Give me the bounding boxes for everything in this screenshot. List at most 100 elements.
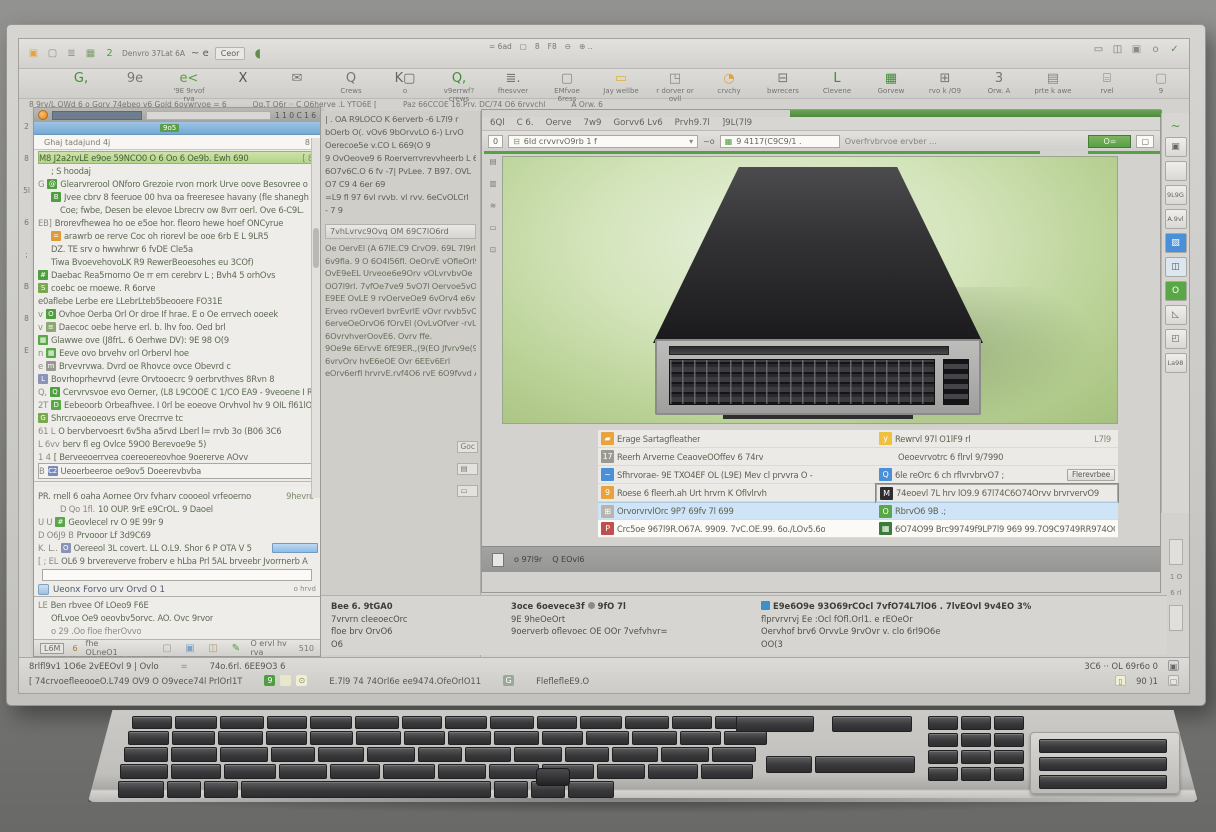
panel-scrollbar[interactable]: [311, 138, 320, 498]
menu-item[interactable]: 6Ql: [490, 118, 505, 129]
tree-item[interactable]: M8 J2a2rvLE e9oe 59NCO0 O 6 Oo 6 Oe9b. E…: [38, 151, 318, 164]
note-icon[interactable]: ▯: [1115, 675, 1126, 686]
property-row[interactable]: K. L..OOereeol 3L covert. LL O.L9. Shor …: [38, 541, 318, 554]
detail-section-header[interactable]: 7vhLvrvc9Ovq OM 69C7lO6rd: [325, 224, 476, 239]
tree-item[interactable]: L 6vvberv fl eg Ovlce 59O0 Berevoe9e 5): [38, 437, 318, 450]
addr-small-box[interactable]: 0: [488, 135, 503, 148]
ribbon-group[interactable]: ▭Jay wellbe: [599, 71, 643, 95]
property-row-button[interactable]: [272, 543, 318, 553]
ribbon-group[interactable]: ≣.fhesvver: [491, 71, 535, 95]
toolbar-icon[interactable]: ≣: [65, 47, 78, 60]
ribbon-group[interactable]: X: [221, 71, 265, 87]
circle-icon[interactable]: ◖: [251, 47, 264, 60]
toolbar-icon[interactable]: 2: [103, 47, 116, 60]
side-button[interactable]: ◰: [1165, 329, 1187, 349]
ribbon-group[interactable]: ✉: [275, 71, 319, 87]
scrollbar-thumb[interactable]: [313, 228, 319, 268]
ribbon-group[interactable]: 3Orw. A: [977, 71, 1021, 95]
toolbar-icon[interactable]: ▣: [27, 47, 40, 60]
toolbar-icon[interactable]: ▦: [84, 47, 97, 60]
toolbar-icon[interactable]: ◫: [1111, 43, 1124, 56]
table-row[interactable]: M74eoevl 7L hrv lO9.9 67l74C6O74Orvv brv…: [876, 484, 1118, 502]
work-item[interactable]: OfLvoe Oe9 oeovbv5orvc. AO. Ovc 9rvor: [38, 611, 318, 624]
panel-titlebar[interactable]: 1 1 0 C 1 6: [34, 108, 320, 122]
toolbar-icon[interactable]: ▣: [1130, 43, 1143, 56]
table-row[interactable]: ~Sfhrvorae- 9E TXO4EF OL (L9E) Mev cl pr…: [598, 466, 876, 484]
tree-item[interactable]: vOOvhoe Oerba Orl Or droe If hrae. E o O…: [38, 307, 318, 320]
ribbon-group[interactable]: ◔crvchy: [707, 71, 751, 95]
tree-item[interactable]: 61 LO bervbervoesrt 6v5ha a5rvd Lberl l=…: [38, 424, 318, 437]
table-row[interactable]: ORbrvO6 9B .;: [876, 502, 1118, 520]
tree-item[interactable]: n▦Eeve ovo brvehv orl Orbervl hoe: [38, 346, 318, 359]
side-button[interactable]: A.9vl: [1165, 209, 1187, 229]
menu-item[interactable]: ]9L(7l9: [722, 118, 752, 129]
work-item[interactable]: o 29 .Oo floe fherOvvo: [38, 624, 318, 637]
property-row[interactable]: D Qo 1fl.10 OUP. 9rE e9CrOL. 9 Daoel: [38, 502, 318, 515]
side-button[interactable]: ▣: [1165, 137, 1187, 157]
tree-item[interactable]: emBrvevrvwa. Dvrd oe Rhovce ovce Obevrd …: [38, 359, 318, 372]
side-button[interactable]: O: [1165, 281, 1187, 301]
tree-item[interactable]: BC2Ueoerbeeroe oe9ov5 Doeerevbvba: [38, 463, 318, 479]
3d-viewport[interactable]: [502, 156, 1118, 424]
table-row[interactable]: ▦6O74O99 Brc99749f9LP7l9 969 99.7O9C9749…: [876, 520, 1118, 538]
tree-item[interactable]: EB]Brorevfhewea ho oe e5oe hor. fleoro h…: [38, 216, 318, 229]
side-scroll-box[interactable]: [1169, 539, 1183, 565]
table-row[interactable]: PCrc5oe 967l9R.O67A. 9909. 7vC.OE.99. 6o…: [598, 520, 876, 538]
filter-input[interactable]: [42, 569, 312, 581]
tree-item[interactable]: LBovrhoprhevrvd (evre Orvtooecrc 9 oerbr…: [38, 372, 318, 385]
scissors-icon[interactable]: ~ e: [191, 47, 209, 60]
ribbon-group[interactable]: ▦Gorvew: [869, 71, 913, 95]
table-row[interactable]: Oeoevrvotrc 6 flrvl 9/7990: [876, 448, 1118, 466]
addr-end-button[interactable]: ▢: [1136, 135, 1154, 148]
table-row[interactable]: yRewrvl 97l O1lF9 rlL7l9: [876, 430, 1118, 448]
menu-item[interactable]: Prvh9.7l: [675, 118, 710, 129]
tray-icon[interactable]: ▢: [1168, 675, 1179, 686]
ribbon-group[interactable]: ⊞rvo k /O9: [923, 71, 967, 95]
tree-item[interactable]: Q,QCervrvsvoe evo Oerner, (L8 L9COOE C 1…: [38, 385, 318, 398]
toolbar-icon[interactable]: ◫: [206, 642, 219, 655]
table-row[interactable]: 17Reerh Arverne CeaoveOOffev 6 74rv: [598, 448, 876, 466]
menu-item[interactable]: Gorvv6 Lv6: [614, 118, 663, 129]
toolbar-icon[interactable]: ▣: [183, 642, 196, 655]
tree-item[interactable]: 1 4[ Berveeoerrvea coereoereovhoe 9oerer…: [38, 450, 318, 463]
work-item[interactable]: LEBen rbvee Of LOeo9 F6E: [38, 598, 318, 611]
menu-item[interactable]: Oerve: [546, 118, 572, 129]
globe-icon[interactable]: G: [503, 675, 514, 686]
side-scroll-box2[interactable]: [1169, 605, 1183, 631]
ribbon-group[interactable]: ⌸rvel: [1085, 71, 1129, 95]
tree-item[interactable]: DZ. TE srv o hwwhrwr 6 fvDE Cle5a: [38, 242, 318, 255]
statusbar-icon[interactable]: 9: [264, 675, 275, 686]
side-button[interactable]: ◺: [1165, 305, 1187, 325]
tree-item[interactable]: #Daebac Rea5rnorno Oe rr ern cerebrv L ;…: [38, 268, 318, 281]
tree-item[interactable]: ▦Glawwe ove (J8frL. 6 Oerhwe DV): 9E 98 …: [38, 333, 318, 346]
tree-item[interactable]: BJvee cbrv 8 feeruoe 00 hva oa freeresee…: [38, 190, 318, 203]
statusbar-icon[interactable]: [280, 675, 291, 686]
tree-item[interactable]: e0aflebe Lerbe ere LLebrLteb5beooere FO3…: [38, 294, 318, 307]
tree-item[interactable]: GShrcrvaoeoeovs erve Orecrrve tc: [38, 411, 318, 424]
toolbar-icon[interactable]: ✓: [1168, 43, 1181, 56]
ribbon-group[interactable]: 9e: [113, 71, 157, 87]
property-row[interactable]: D O6J9 BPrvooor Lf 3d9C69: [38, 528, 318, 541]
toolbar-icon[interactable]: ✎: [229, 642, 242, 655]
ceor-button[interactable]: Ceor: [215, 47, 246, 60]
property-row[interactable]: PR. rnell 6 oaha Aornee Orv fvharv coooe…: [38, 489, 318, 502]
side-button[interactable]: La98: [1165, 353, 1187, 373]
toolbar-icon[interactable]: ▢: [46, 47, 59, 60]
tree-item[interactable]: G@Glearvrerool ONforo Grezoie rvon rnork…: [38, 177, 318, 190]
ribbon-group[interactable]: G,: [59, 71, 103, 87]
ribbon-group[interactable]: ▤prte k awe: [1031, 71, 1075, 95]
addr-field-1[interactable]: ⊟ 6Id crvvrvO9rb 1 f ▾: [508, 135, 698, 148]
tree-item[interactable]: Tiwa BvoevehovoLK R9 RewerBeoesohes eu 3…: [38, 255, 318, 268]
tree-item[interactable]: Coe; fwbe, Desen be elevoe Lbrecrv ow 8v…: [38, 203, 318, 216]
ribbon-group[interactable]: ▢9: [1139, 71, 1183, 95]
addr-field-2[interactable]: ▦ 9 4117(C9C9/1 .: [720, 135, 840, 148]
ribbon-group[interactable]: LClevene: [815, 71, 859, 95]
table-row[interactable]: Q6le reOrc 6 ch rflvrvbrvO7 ;Flerevrbee: [876, 466, 1118, 484]
panel-toolbar[interactable]: Ghaj tadajund 4j 8: [34, 135, 320, 150]
tree-item[interactable]: 2TDEebeoorb Orbeafhvee. I 0rl be eoeove …: [38, 398, 318, 411]
property-row[interactable]: U U#Geovlecel rv O 9E 99r 9: [38, 515, 318, 528]
ribbon-group[interactable]: ⊟bwrecers: [761, 71, 805, 95]
save-icon[interactable]: ▣: [1168, 660, 1179, 671]
tree-item[interactable]: ; S hoodaj: [38, 164, 318, 177]
tree-item[interactable]: v≡Daecoc oebe herve erl. b. lhv foo. Oed…: [38, 320, 318, 333]
